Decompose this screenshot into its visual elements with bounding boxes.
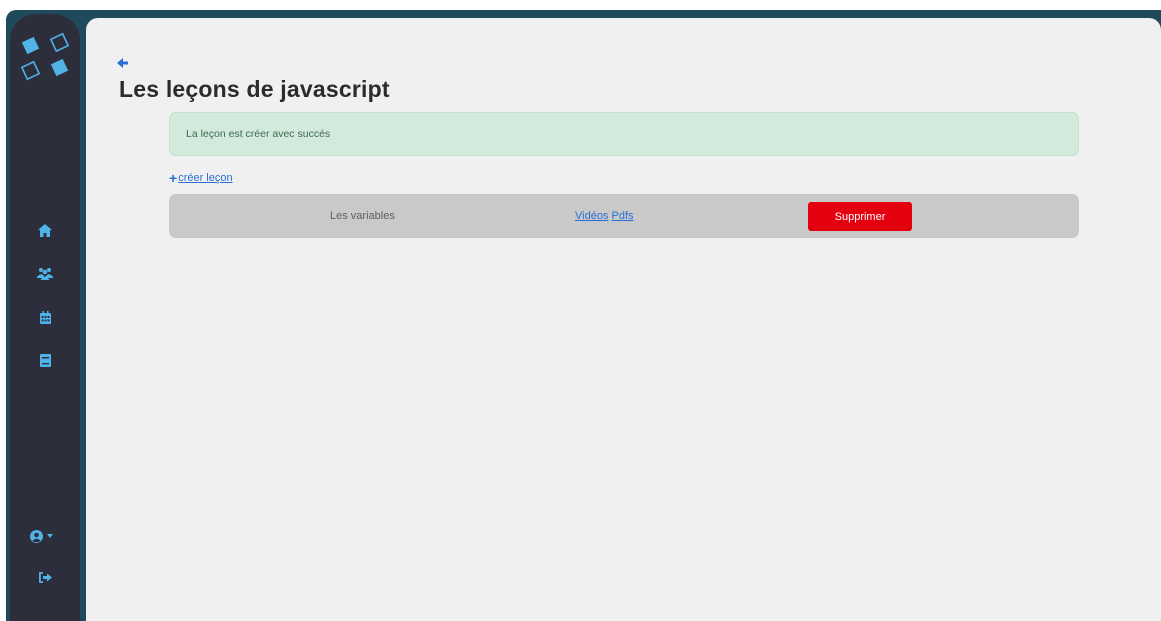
sidebar <box>10 14 80 621</box>
page-title: Les leçons de javascript <box>119 76 390 102</box>
delete-button[interactable]: Supprimer <box>808 202 912 231</box>
videos-link[interactable]: Vidéos <box>575 210 608 222</box>
book-icon[interactable] <box>35 350 55 370</box>
pdfs-link[interactable]: Pdfs <box>612 210 634 222</box>
lesson-links: Vidéos Pdfs <box>575 210 634 222</box>
home-icon[interactable] <box>35 220 55 240</box>
user-menu[interactable] <box>30 526 62 546</box>
app-frame: Les leçons de javascript La leçon est cr… <box>0 0 1161 621</box>
lesson-row: Les variables Vidéos Pdfs Supprimer <box>169 194 1079 238</box>
create-lesson-label[interactable]: créer leçon <box>178 172 232 184</box>
caret-down-icon <box>47 534 53 538</box>
logo-squares-icon[interactable] <box>18 30 74 86</box>
arrow-left-icon[interactable] <box>117 58 133 68</box>
main-content: Les leçons de javascript La leçon est cr… <box>86 18 1161 621</box>
alert-message: La leçon est créer avec succés <box>186 128 331 140</box>
sign-out-icon[interactable] <box>35 567 55 587</box>
create-lesson-link[interactable]: + créer leçon <box>169 170 233 186</box>
success-alert: La leçon est créer avec succés <box>169 112 1079 156</box>
calendar-icon[interactable] <box>35 307 55 327</box>
user-circle-icon <box>30 529 43 543</box>
plus-icon: + <box>169 170 178 186</box>
users-icon[interactable] <box>35 263 55 283</box>
lesson-name: Les variables <box>330 210 395 222</box>
